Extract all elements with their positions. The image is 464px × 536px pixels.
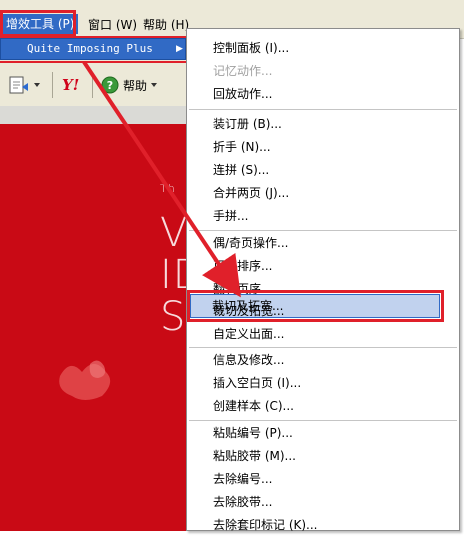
help-label: 帮助	[123, 78, 148, 93]
menu-separator	[189, 109, 457, 110]
yahoo-icon: Y!	[62, 76, 80, 94]
menu-item-create-sample[interactable]: 创建样本 (C)...	[213, 395, 294, 417]
background-text: ID	[160, 252, 186, 298]
annotation-highlight-box	[0, 36, 192, 63]
menu-item-merge-pages[interactable]: 合并两页 (J)...	[213, 182, 289, 204]
background-text: SY	[160, 294, 186, 340]
menu-item-paste-number[interactable]: 粘贴编号 (P)...	[213, 422, 293, 444]
menu-item-playback-action[interactable]: 回放动作...	[213, 83, 272, 105]
menu-item-booklet[interactable]: 装订册 (B)...	[213, 113, 282, 135]
help-button[interactable]: ? 帮助	[100, 74, 161, 96]
chevron-down-icon	[151, 83, 158, 87]
menu-item-remove-marks[interactable]: 去除套印标记 (K)...	[213, 514, 318, 536]
plugin-dropdown-menu: 控制面板 (I)... 记忆动作... 回放动作... 装订册 (B)... 折…	[186, 28, 460, 532]
background-text: VI	[160, 210, 186, 256]
menu-item-page-order[interactable]: 页面排序...	[213, 255, 272, 277]
yahoo-button[interactable]: Y!	[62, 74, 79, 96]
menu-item-custom-imposition[interactable]: 自定义出面...	[213, 323, 284, 345]
decorative-silhouette	[59, 360, 111, 400]
menu-window[interactable]: 窗口 (W)	[84, 16, 141, 34]
menu-item-remove-tape[interactable]: 去除胶带...	[213, 491, 272, 513]
document-icon	[9, 76, 40, 94]
menu-item-step-repeat[interactable]: 连拼 (S)...	[213, 159, 269, 181]
menu-separator	[189, 347, 457, 348]
menu-item-manual-impose[interactable]: 手拼...	[213, 205, 248, 227]
menu-item-crop-extend[interactable]: 裁切及拓宽...	[213, 300, 284, 322]
document-background: Th VI ID SY	[0, 106, 186, 531]
menu-item-info-modify[interactable]: 信息及修改...	[213, 349, 284, 371]
toolbar-separator	[52, 72, 53, 98]
menu-separator	[189, 230, 457, 231]
menu-item-control-panel[interactable]: 控制面板 (I)...	[213, 37, 289, 59]
menu-item-fold[interactable]: 折手 (N)...	[213, 136, 271, 158]
menu-item-remove-number[interactable]: 去除编号...	[213, 468, 272, 490]
menu-item-even-odd[interactable]: 偶/奇页操作...	[213, 232, 289, 254]
document-tool-button[interactable]	[8, 74, 42, 96]
menu-separator	[189, 420, 457, 421]
background-text: Th	[160, 182, 176, 195]
ruler-strip	[0, 106, 186, 124]
toolbar-separator	[92, 72, 93, 98]
help-icon: ?	[101, 76, 119, 94]
svg-text:?: ?	[107, 79, 113, 92]
menu-item-insert-blank[interactable]: 插入空白页 (I)...	[213, 372, 301, 394]
menu-item-record-action: 记忆动作...	[213, 64, 273, 78]
menu-item-paste-tape[interactable]: 粘贴胶带 (M)...	[213, 445, 296, 467]
annotation-highlight-box	[0, 10, 76, 37]
toolbar: Y! ? 帮助	[0, 60, 186, 107]
